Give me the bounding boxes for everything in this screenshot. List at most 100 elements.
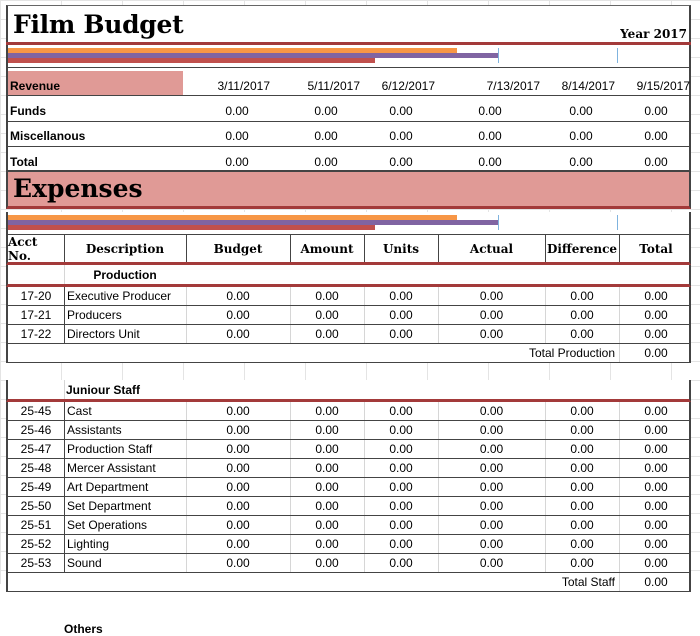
description[interactable]: Set Department bbox=[67, 497, 151, 515]
revenue-value[interactable]: 0.00 bbox=[460, 96, 520, 121]
budget-value[interactable]: 0.00 bbox=[186, 554, 290, 572]
amount-value[interactable]: 0.00 bbox=[290, 497, 364, 515]
description[interactable]: Set Operations bbox=[67, 516, 147, 534]
difference-value[interactable]: 0.00 bbox=[545, 287, 619, 305]
description[interactable]: Producers bbox=[67, 306, 122, 324]
amount-value[interactable]: 0.00 bbox=[290, 535, 364, 553]
revenue-value[interactable]: 0.00 bbox=[460, 147, 520, 172]
units-value[interactable]: 0.00 bbox=[364, 535, 438, 553]
revenue-value[interactable]: 0.00 bbox=[207, 147, 267, 172]
amount-value[interactable]: 0.00 bbox=[290, 325, 364, 343]
total-value[interactable]: 0.00 bbox=[619, 325, 693, 343]
budget-value[interactable]: 0.00 bbox=[186, 535, 290, 553]
budget-value[interactable]: 0.00 bbox=[186, 440, 290, 458]
actual-value[interactable]: 0.00 bbox=[438, 478, 545, 496]
revenue-value[interactable]: 0.00 bbox=[371, 147, 431, 172]
difference-value[interactable]: 0.00 bbox=[545, 554, 619, 572]
difference-value[interactable]: 0.00 bbox=[545, 325, 619, 343]
difference-value[interactable]: 0.00 bbox=[545, 459, 619, 477]
units-value[interactable]: 0.00 bbox=[364, 478, 438, 496]
amount-value[interactable]: 0.00 bbox=[290, 287, 364, 305]
revenue-value[interactable]: 0.00 bbox=[626, 96, 686, 121]
description[interactable]: Assistants bbox=[67, 421, 122, 439]
amount-value[interactable]: 0.00 bbox=[290, 402, 364, 420]
amount-value[interactable]: 0.00 bbox=[290, 478, 364, 496]
difference-value[interactable]: 0.00 bbox=[545, 478, 619, 496]
actual-value[interactable]: 0.00 bbox=[438, 287, 545, 305]
actual-value[interactable]: 0.00 bbox=[438, 535, 545, 553]
description[interactable]: Production Staff bbox=[67, 440, 152, 458]
revenue-value[interactable]: 0.00 bbox=[551, 147, 611, 172]
revenue-value[interactable]: 0.00 bbox=[371, 96, 431, 121]
budget-value[interactable]: 0.00 bbox=[186, 497, 290, 515]
revenue-value[interactable]: 0.00 bbox=[551, 96, 611, 121]
difference-value[interactable]: 0.00 bbox=[545, 497, 619, 515]
description[interactable]: Sound bbox=[67, 554, 102, 572]
difference-value[interactable]: 0.00 bbox=[545, 421, 619, 439]
revenue-value[interactable]: 0.00 bbox=[626, 122, 686, 147]
difference-value[interactable]: 0.00 bbox=[545, 440, 619, 458]
actual-value[interactable]: 0.00 bbox=[438, 459, 545, 477]
description[interactable]: Directors Unit bbox=[67, 325, 140, 343]
units-value[interactable]: 0.00 bbox=[364, 287, 438, 305]
description[interactable]: Cast bbox=[67, 402, 92, 420]
description[interactable]: Mercer Assistant bbox=[67, 459, 156, 477]
revenue-value[interactable]: 0.00 bbox=[296, 96, 356, 121]
amount-value[interactable]: 0.00 bbox=[290, 440, 364, 458]
total-value[interactable]: 0.00 bbox=[619, 287, 693, 305]
difference-value[interactable]: 0.00 bbox=[545, 516, 619, 534]
total-value[interactable]: 0.00 bbox=[619, 402, 693, 420]
difference-value[interactable]: 0.00 bbox=[545, 306, 619, 324]
budget-value[interactable]: 0.00 bbox=[186, 421, 290, 439]
revenue-value[interactable]: 0.00 bbox=[207, 96, 267, 121]
actual-value[interactable]: 0.00 bbox=[438, 516, 545, 534]
units-value[interactable]: 0.00 bbox=[364, 325, 438, 343]
actual-value[interactable]: 0.00 bbox=[438, 306, 545, 324]
total-value[interactable]: 0.00 bbox=[619, 306, 693, 324]
units-value[interactable]: 0.00 bbox=[364, 516, 438, 534]
amount-value[interactable]: 0.00 bbox=[290, 306, 364, 324]
total-value[interactable]: 0.00 bbox=[619, 516, 693, 534]
revenue-value[interactable]: 0.00 bbox=[296, 147, 356, 172]
budget-value[interactable]: 0.00 bbox=[186, 516, 290, 534]
units-value[interactable]: 0.00 bbox=[364, 497, 438, 515]
budget-value[interactable]: 0.00 bbox=[186, 325, 290, 343]
total-value[interactable]: 0.00 bbox=[619, 497, 693, 515]
actual-value[interactable]: 0.00 bbox=[438, 421, 545, 439]
actual-value[interactable]: 0.00 bbox=[438, 497, 545, 515]
total-value[interactable]: 0.00 bbox=[619, 421, 693, 439]
amount-value[interactable]: 0.00 bbox=[290, 421, 364, 439]
amount-value[interactable]: 0.00 bbox=[290, 516, 364, 534]
revenue-value[interactable]: 0.00 bbox=[207, 122, 267, 147]
budget-value[interactable]: 0.00 bbox=[186, 459, 290, 477]
revenue-value[interactable]: 0.00 bbox=[460, 122, 520, 147]
revenue-value[interactable]: 0.00 bbox=[296, 122, 356, 147]
total-value[interactable]: 0.00 bbox=[619, 478, 693, 496]
units-value[interactable]: 0.00 bbox=[364, 459, 438, 477]
budget-value[interactable]: 0.00 bbox=[186, 478, 290, 496]
revenue-value[interactable]: 0.00 bbox=[551, 122, 611, 147]
actual-value[interactable]: 0.00 bbox=[438, 554, 545, 572]
total-value[interactable]: 0.00 bbox=[619, 554, 693, 572]
revenue-value[interactable]: 0.00 bbox=[371, 122, 431, 147]
difference-value[interactable]: 0.00 bbox=[545, 402, 619, 420]
units-value[interactable]: 0.00 bbox=[364, 440, 438, 458]
budget-value[interactable]: 0.00 bbox=[186, 402, 290, 420]
total-value[interactable]: 0.00 bbox=[619, 459, 693, 477]
description[interactable]: Lighting bbox=[67, 535, 109, 553]
description[interactable]: Art Department bbox=[67, 478, 148, 496]
budget-value[interactable]: 0.00 bbox=[186, 287, 290, 305]
total-value[interactable]: 0.00 bbox=[619, 440, 693, 458]
actual-value[interactable]: 0.00 bbox=[438, 440, 545, 458]
units-value[interactable]: 0.00 bbox=[364, 306, 438, 324]
budget-value[interactable]: 0.00 bbox=[186, 306, 290, 324]
actual-value[interactable]: 0.00 bbox=[438, 402, 545, 420]
total-value[interactable]: 0.00 bbox=[619, 535, 693, 553]
difference-value[interactable]: 0.00 bbox=[545, 535, 619, 553]
description[interactable]: Executive Producer bbox=[67, 287, 171, 305]
amount-value[interactable]: 0.00 bbox=[290, 459, 364, 477]
amount-value[interactable]: 0.00 bbox=[290, 554, 364, 572]
revenue-value[interactable]: 0.00 bbox=[626, 147, 686, 172]
units-value[interactable]: 0.00 bbox=[364, 554, 438, 572]
units-value[interactable]: 0.00 bbox=[364, 402, 438, 420]
